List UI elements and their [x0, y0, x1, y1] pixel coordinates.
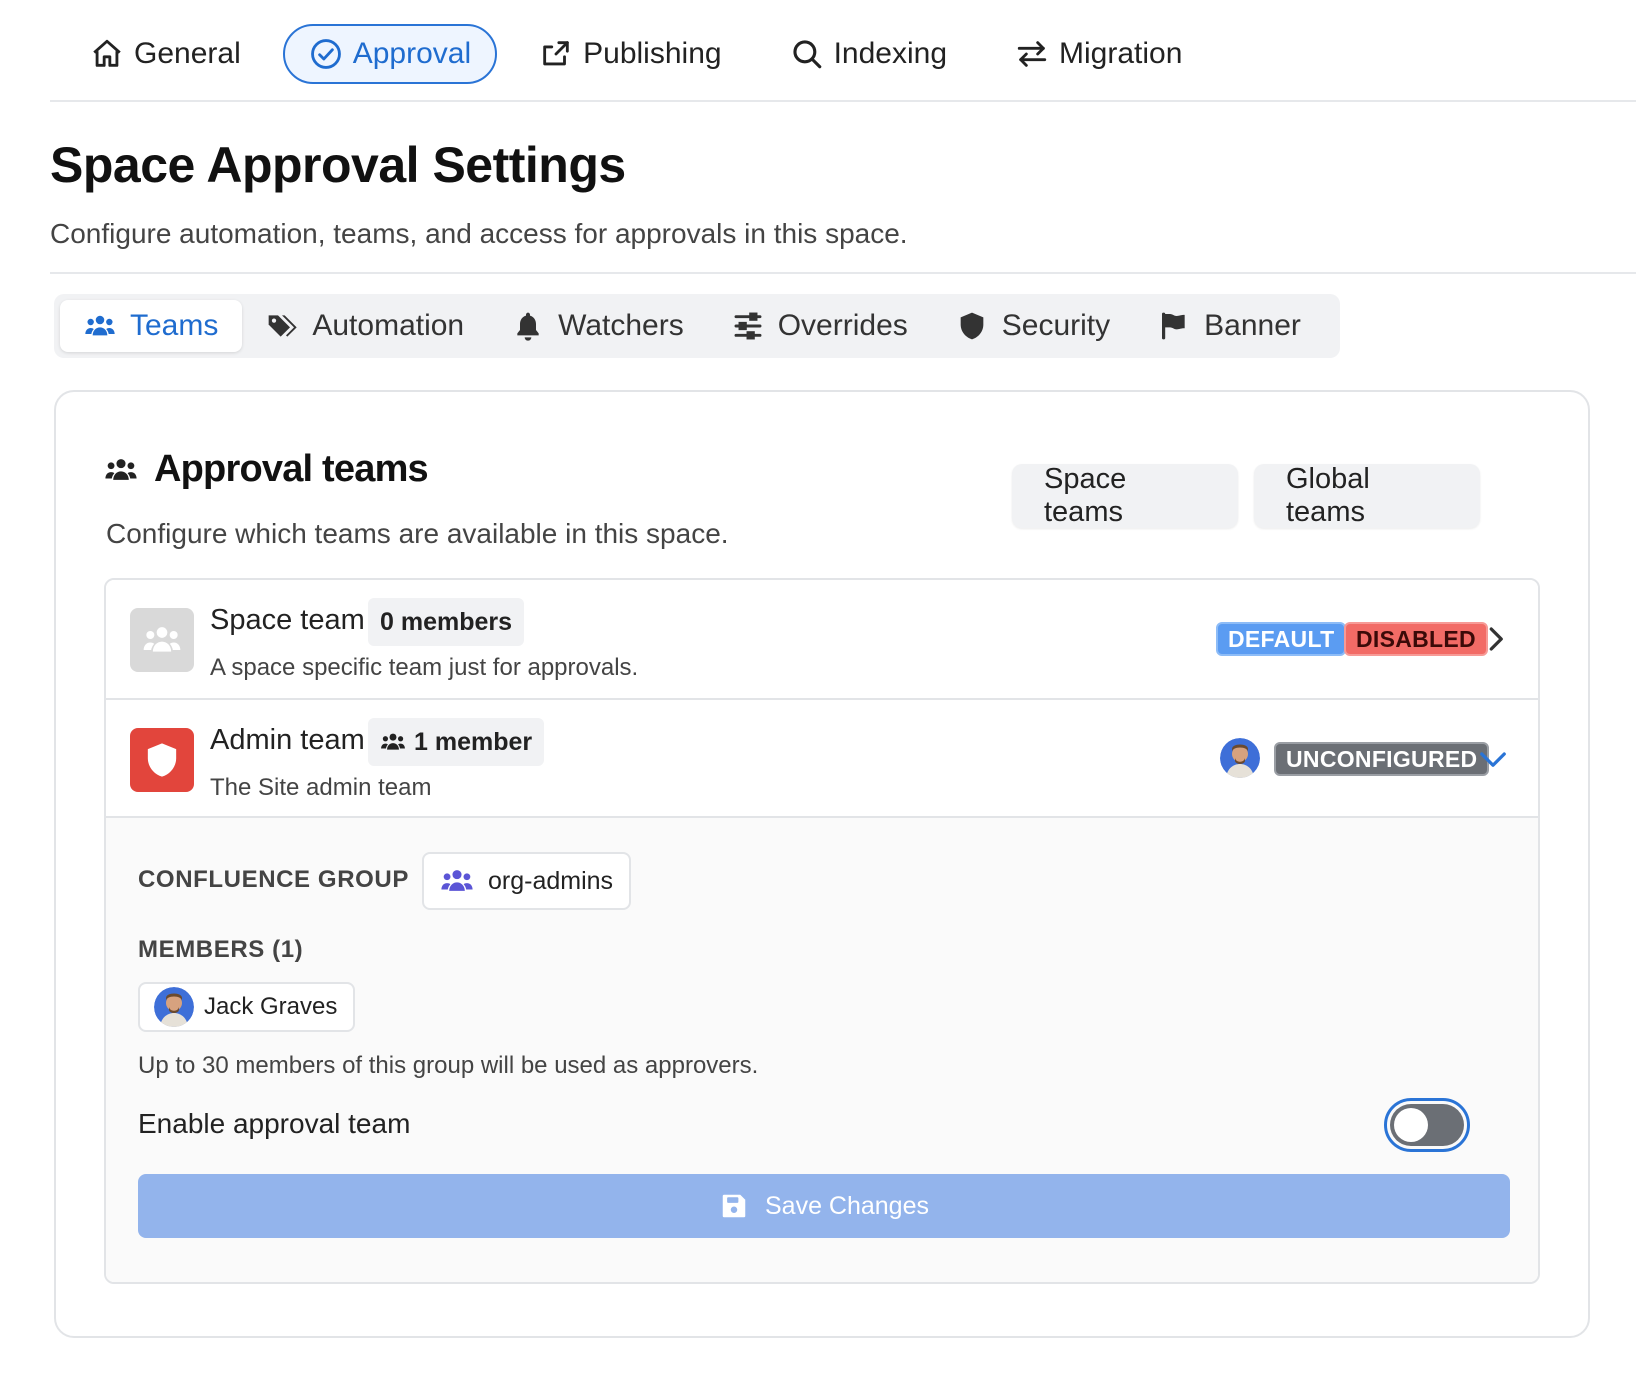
admin-team-description: The Site admin team	[210, 774, 432, 801]
save-changes-button[interactable]: Save Changes	[138, 1174, 1510, 1238]
tags-icon	[269, 315, 298, 337]
space-team-count: 0 members	[368, 598, 525, 646]
tab-security[interactable]: Security	[932, 300, 1134, 352]
flag-icon	[1162, 312, 1185, 340]
shield-icon	[147, 743, 177, 777]
nav-general-label: General	[134, 37, 241, 70]
admin-team-count: 1 member	[368, 718, 545, 766]
team-row-space[interactable]: Space team 0 members A space specific te…	[106, 580, 1538, 700]
members-label: MEMBERS (1)	[138, 936, 304, 963]
global-teams-button[interactable]: Global teams	[1254, 463, 1480, 528]
enable-team-toggle[interactable]	[1384, 1098, 1470, 1152]
toggle-knob	[1394, 1108, 1428, 1142]
space-team-name: Space team	[210, 604, 365, 636]
disabled-badge: DISABLED	[1344, 622, 1488, 656]
space-teams-button[interactable]: Space teams	[1012, 463, 1238, 528]
admin-team-name: Admin team	[210, 724, 365, 756]
tab-overrides-label: Overrides	[777, 309, 908, 342]
admin-team-avatar	[130, 728, 194, 792]
swap-arrows-icon	[1017, 41, 1047, 67]
tab-security-label: Security	[1001, 309, 1111, 342]
admin-team-count-text: 1 member	[414, 727, 533, 756]
nav-approval-label: Approval	[352, 37, 472, 70]
nav-migration[interactable]: Migration	[989, 24, 1208, 84]
settings-tabs: Teams Automation Watchers Overrides Secu…	[54, 294, 1340, 358]
tab-banner[interactable]: Banner	[1134, 300, 1325, 352]
confluence-group-value: org-admins	[488, 866, 614, 895]
space-team-avatar	[130, 608, 194, 672]
save-changes-label: Save Changes	[764, 1191, 929, 1220]
page-title: Space Approval Settings	[50, 137, 626, 193]
users-icon	[381, 733, 405, 750]
avatar-icon	[154, 987, 194, 1027]
nav-indexing[interactable]: Indexing	[764, 24, 973, 84]
nav-publishing-label: Publishing	[583, 37, 722, 70]
enable-team-label: Enable approval team	[138, 1108, 411, 1139]
tab-teams[interactable]: Teams	[60, 300, 243, 352]
team-list: Space team 0 members A space specific te…	[104, 578, 1540, 1284]
users-icon	[85, 315, 115, 336]
check-circle-icon	[310, 39, 341, 69]
users-icon	[105, 458, 137, 480]
tab-banner-label: Banner	[1204, 309, 1301, 342]
approvers-note: Up to 30 members of this group will be u…	[138, 1052, 759, 1079]
nav-indexing-label: Indexing	[833, 37, 948, 70]
search-icon	[792, 40, 821, 69]
confluence-group-chip[interactable]: org-admins	[422, 852, 632, 910]
toggle-track	[1390, 1104, 1464, 1146]
team-row-admin[interactable]: Admin team 1 member The Site admin team …	[106, 700, 1538, 818]
chevron-right-icon[interactable]	[1480, 624, 1510, 654]
member-chip[interactable]: Jack Graves	[138, 982, 356, 1032]
users-icon	[441, 870, 473, 891]
users-icon	[143, 627, 181, 652]
tab-automation[interactable]: Automation	[242, 300, 488, 352]
approval-teams-subtitle: Configure which teams are available in t…	[106, 518, 729, 549]
member-avatar	[154, 987, 194, 1027]
admin-team-details: CONFLUENCE GROUP org-admins MEMBERS (1) …	[106, 818, 1538, 1282]
approval-teams-title-text: Approval teams	[154, 448, 429, 490]
tab-watchers-label: Watchers	[558, 309, 684, 342]
nav-general[interactable]: General	[70, 24, 267, 84]
tab-watchers[interactable]: Watchers	[488, 300, 708, 352]
tab-automation-label: Automation	[312, 309, 465, 342]
tab-teams-label: Teams	[130, 309, 219, 342]
page-subtitle: Configure automation, teams, and access …	[50, 218, 908, 249]
member-name: Jack Graves	[204, 993, 338, 1020]
shield-icon	[960, 312, 984, 340]
chevron-down-icon[interactable]	[1478, 744, 1508, 774]
admin-team-member-avatar	[1220, 738, 1260, 778]
default-badge: DEFAULT	[1216, 622, 1347, 656]
sliders-icon	[734, 312, 762, 340]
tab-overrides[interactable]: Overrides	[708, 300, 932, 352]
unconfigured-badge: UNCONFIGURED	[1274, 742, 1490, 776]
save-icon	[722, 1194, 746, 1218]
top-nav: General Approval Publishing Indexing Mig…	[50, 24, 1636, 102]
home-icon	[93, 39, 121, 67]
avatar-icon	[1220, 738, 1260, 778]
share-icon	[543, 41, 569, 66]
nav-migration-label: Migration	[1059, 37, 1183, 70]
confluence-group-label: CONFLUENCE GROUP	[138, 866, 409, 893]
approval-teams-title: Approval teams	[104, 448, 429, 491]
space-team-description: A space specific team just for approvals…	[210, 654, 639, 681]
nav-publishing[interactable]: Publishing	[513, 24, 747, 84]
bell-icon	[517, 312, 539, 341]
header-divider	[50, 272, 1636, 274]
approval-teams-card: Approval teams Configure which teams are…	[54, 390, 1590, 1338]
nav-approval[interactable]: Approval	[282, 24, 498, 84]
